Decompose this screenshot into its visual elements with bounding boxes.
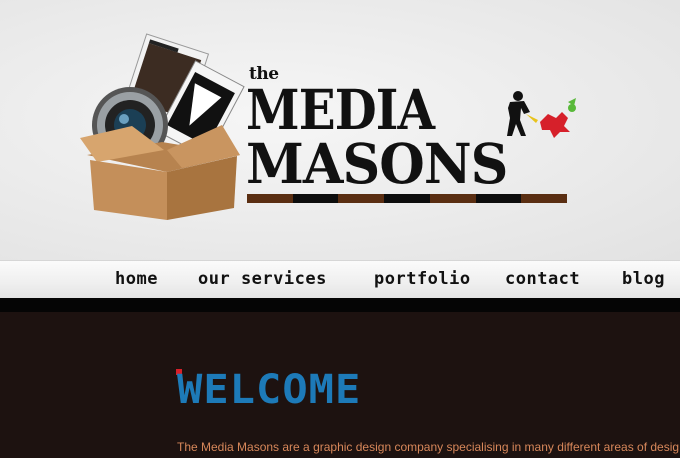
- logo-bar-segment: [429, 194, 476, 203]
- nav-blog-link[interactable]: blog: [622, 269, 665, 289]
- intro-text: The Media Masons are a graphic design co…: [177, 440, 680, 454]
- logo-bar-segment: [292, 194, 339, 203]
- logo-masons-text: MASONS: [246, 131, 508, 196]
- nav-contact-link[interactable]: contact: [505, 269, 580, 289]
- mason-splash-icon: [507, 91, 576, 138]
- logo-bar-segment: [338, 194, 385, 203]
- site-header: the MEDIA MASONS: [0, 0, 680, 260]
- logo-bar-segment: [247, 194, 293, 203]
- logo-bar-segment: [384, 194, 430, 203]
- logo-media-text: MEDIA: [246, 77, 435, 142]
- welcome-heading: WELCOME: [177, 367, 362, 413]
- nav-divider: [0, 298, 680, 312]
- content-area: WELCOME The Media Masons are a graphic d…: [0, 312, 680, 458]
- nav-our-services-link[interactable]: our services: [198, 269, 327, 289]
- main-nav: home our services portfolio contact blog: [0, 260, 680, 298]
- box-camera-logo-icon: [80, 33, 245, 220]
- nav-home-link[interactable]: home: [115, 269, 158, 289]
- logo-bar-segment: [521, 194, 568, 203]
- nav-portfolio-link[interactable]: portfolio: [374, 269, 471, 289]
- logo-bar-segment: [475, 194, 522, 203]
- logo-color-bar: [247, 194, 568, 203]
